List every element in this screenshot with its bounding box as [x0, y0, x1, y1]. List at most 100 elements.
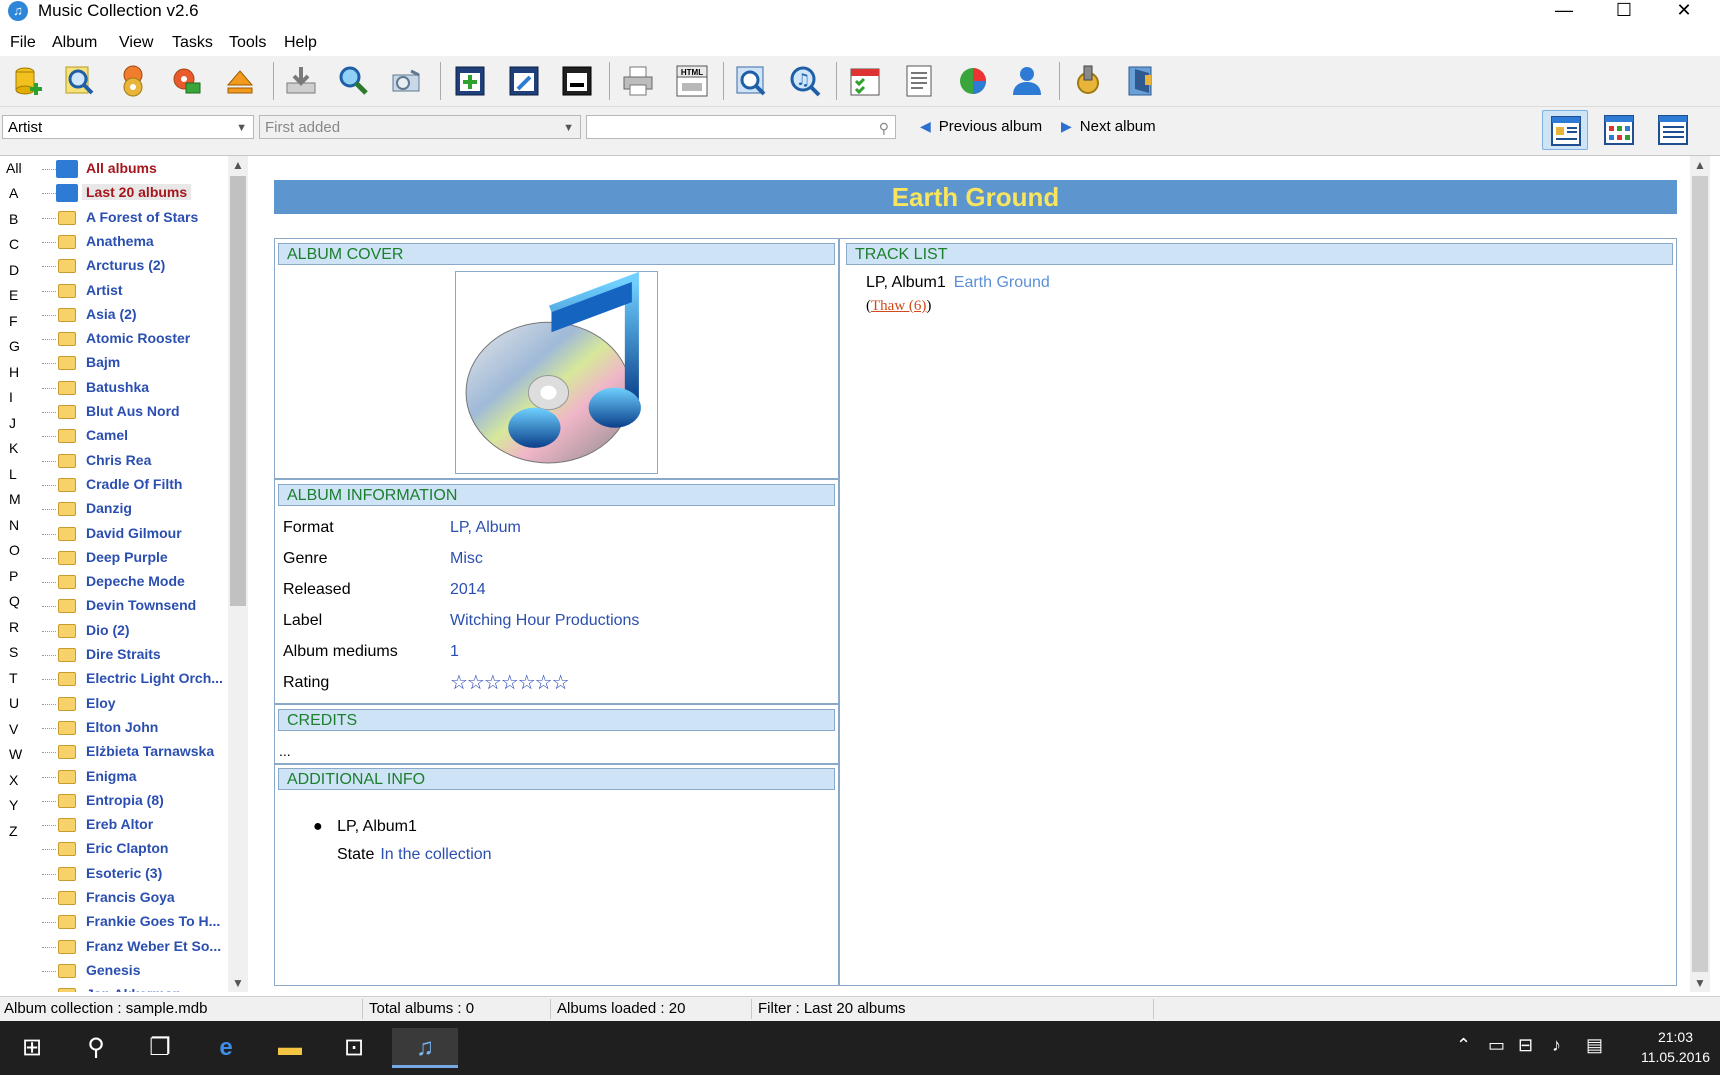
tree-item[interactable]: Arcturus (2)	[42, 255, 232, 277]
tree-item[interactable]: Dio (2)	[42, 620, 232, 642]
track-link-thaw[interactable]: Thaw (6)	[871, 298, 926, 314]
tree-item[interactable]: Camel	[42, 425, 232, 447]
tree-item[interactable]: Elżbieta Tarnawska	[42, 741, 232, 763]
tree-item[interactable]: Blut Aus Nord	[42, 401, 232, 423]
alpha-n[interactable]: N	[9, 517, 19, 533]
view-details-button[interactable]	[1542, 110, 1588, 150]
close-button[interactable]: ✕	[1654, 0, 1714, 22]
scroll-up-icon[interactable]: ▲	[232, 158, 244, 172]
tree-item[interactable]: Francis Goya	[42, 887, 232, 909]
alpha-j[interactable]: J	[9, 415, 16, 431]
scroll-down-icon[interactable]: ▼	[1694, 976, 1706, 990]
store-icon[interactable]: ⊡	[326, 1028, 382, 1068]
tree-item[interactable]: Ereb Altor	[42, 814, 232, 836]
report-icon[interactable]	[901, 63, 937, 99]
tree-item[interactable]: Bajm	[42, 352, 232, 374]
tree-item[interactable]: Atomic Rooster	[42, 328, 232, 350]
file-explorer-icon[interactable]: ▬	[262, 1028, 318, 1068]
alpha-y[interactable]: Y	[9, 797, 18, 813]
menu-help[interactable]: Help	[284, 34, 317, 52]
start-windows-icon[interactable]: ⊞	[4, 1028, 60, 1068]
tree-item[interactable]: Genesis	[42, 960, 232, 982]
tree-item[interactable]: Artist	[42, 280, 232, 302]
scroll-down-icon[interactable]: ▼	[232, 976, 244, 990]
menu-tasks[interactable]: Tasks	[172, 34, 213, 52]
alpha-e[interactable]: E	[9, 287, 18, 303]
next-album-button[interactable]: ▶ Next album	[1061, 118, 1156, 135]
alpha-c[interactable]: C	[9, 236, 19, 252]
tree-item[interactable]: Anathema	[42, 231, 232, 253]
tree-item[interactable]: Asia (2)	[42, 304, 232, 326]
menu-view[interactable]: View	[119, 34, 153, 52]
tree-item[interactable]: All albums	[42, 158, 232, 180]
alpha-q[interactable]: Q	[9, 593, 20, 609]
alpha-o[interactable]: O	[9, 542, 20, 558]
alpha-u[interactable]: U	[9, 695, 19, 711]
search-input[interactable]: ⚲	[586, 115, 896, 139]
alpha-s[interactable]: S	[9, 644, 18, 660]
tree-item[interactable]: Jan Akkerman	[42, 984, 232, 992]
alpha-t[interactable]: T	[9, 670, 18, 686]
calendar-icon[interactable]	[847, 63, 883, 99]
alpha-f[interactable]: F	[9, 313, 18, 329]
menu-file[interactable]: File	[10, 34, 36, 52]
delete-album-icon[interactable]	[559, 63, 595, 99]
tree-item[interactable]: Eloy	[42, 693, 232, 715]
search-icon[interactable]: ⚲	[879, 116, 889, 140]
tree-item[interactable]: Cradle Of Filth	[42, 474, 232, 496]
add-album-icon[interactable]	[10, 63, 46, 99]
tree-item[interactable]: David Gilmour	[42, 523, 232, 545]
minimize-button[interactable]: —	[1534, 0, 1594, 22]
search-web-icon[interactable]	[336, 63, 372, 99]
eject-icon[interactable]	[222, 63, 258, 99]
tree-item[interactable]: Devin Townsend	[42, 595, 232, 617]
view-grid-button[interactable]	[1596, 110, 1642, 150]
alpha-d[interactable]: D	[9, 262, 19, 278]
alpha-v[interactable]: V	[9, 721, 18, 737]
network-icon[interactable]: ⊟	[1518, 1035, 1533, 1056]
find-icon[interactable]	[62, 63, 98, 99]
tree-item[interactable]: Batushka	[42, 377, 232, 399]
alpha-x[interactable]: X	[9, 772, 18, 788]
alpha-w[interactable]: W	[9, 746, 22, 762]
preview-icon[interactable]	[733, 63, 769, 99]
task-view-icon[interactable]: ❐	[132, 1028, 188, 1068]
music-search-icon[interactable]: ♫	[787, 63, 823, 99]
edit-album-icon[interactable]	[506, 63, 542, 99]
tree-item[interactable]: Esoteric (3)	[42, 863, 232, 885]
tree-item[interactable]: Last 20 albums	[42, 182, 232, 204]
html-export-icon[interactable]: HTML	[674, 63, 710, 99]
settings-icon[interactable]	[1070, 63, 1106, 99]
taskbar-clock[interactable]: 21:03 11.05.2016	[1641, 1027, 1710, 1067]
print-icon[interactable]	[620, 63, 656, 99]
alpha-i[interactable]: I	[9, 389, 13, 405]
content-scroll-thumb[interactable]	[1692, 176, 1708, 972]
tree-item[interactable]: Electric Light Orch...	[42, 668, 232, 690]
tree-item[interactable]: Dire Straits	[42, 644, 232, 666]
exit-icon[interactable]	[1123, 63, 1159, 99]
tree-scrollbar[interactable]: ▲ ▼	[228, 156, 248, 992]
menu-album[interactable]: Album	[52, 34, 97, 52]
edge-icon[interactable]: e	[198, 1028, 254, 1068]
music-collection-taskbar-icon[interactable]: ♫	[392, 1028, 458, 1068]
alpha-l[interactable]: L	[9, 466, 17, 482]
alpha-m[interactable]: M	[9, 491, 21, 507]
tree-item[interactable]: Chris Rea	[42, 450, 232, 472]
tree-item[interactable]: Deep Purple	[42, 547, 232, 569]
scroll-up-icon[interactable]: ▲	[1694, 158, 1706, 172]
alpha-k[interactable]: K	[9, 440, 18, 456]
new-album-icon[interactable]	[452, 63, 488, 99]
tree-scroll-thumb[interactable]	[230, 176, 246, 606]
alpha-h[interactable]: H	[9, 364, 19, 380]
tree-item[interactable]: Enigma	[42, 766, 232, 788]
tree-item[interactable]: Danzig	[42, 498, 232, 520]
scan-icon[interactable]	[389, 63, 425, 99]
rating-stars-icon[interactable]: ☆☆☆☆☆☆☆	[450, 670, 570, 695]
alpha-a[interactable]: A	[9, 185, 18, 201]
alpha-b[interactable]: B	[9, 211, 18, 227]
sort-by-select[interactable]: First added ▼	[259, 115, 581, 139]
alpha-z[interactable]: Z	[9, 823, 18, 839]
import-icon[interactable]	[283, 63, 319, 99]
users-icon[interactable]	[1009, 63, 1045, 99]
alpha-p[interactable]: P	[9, 568, 18, 584]
